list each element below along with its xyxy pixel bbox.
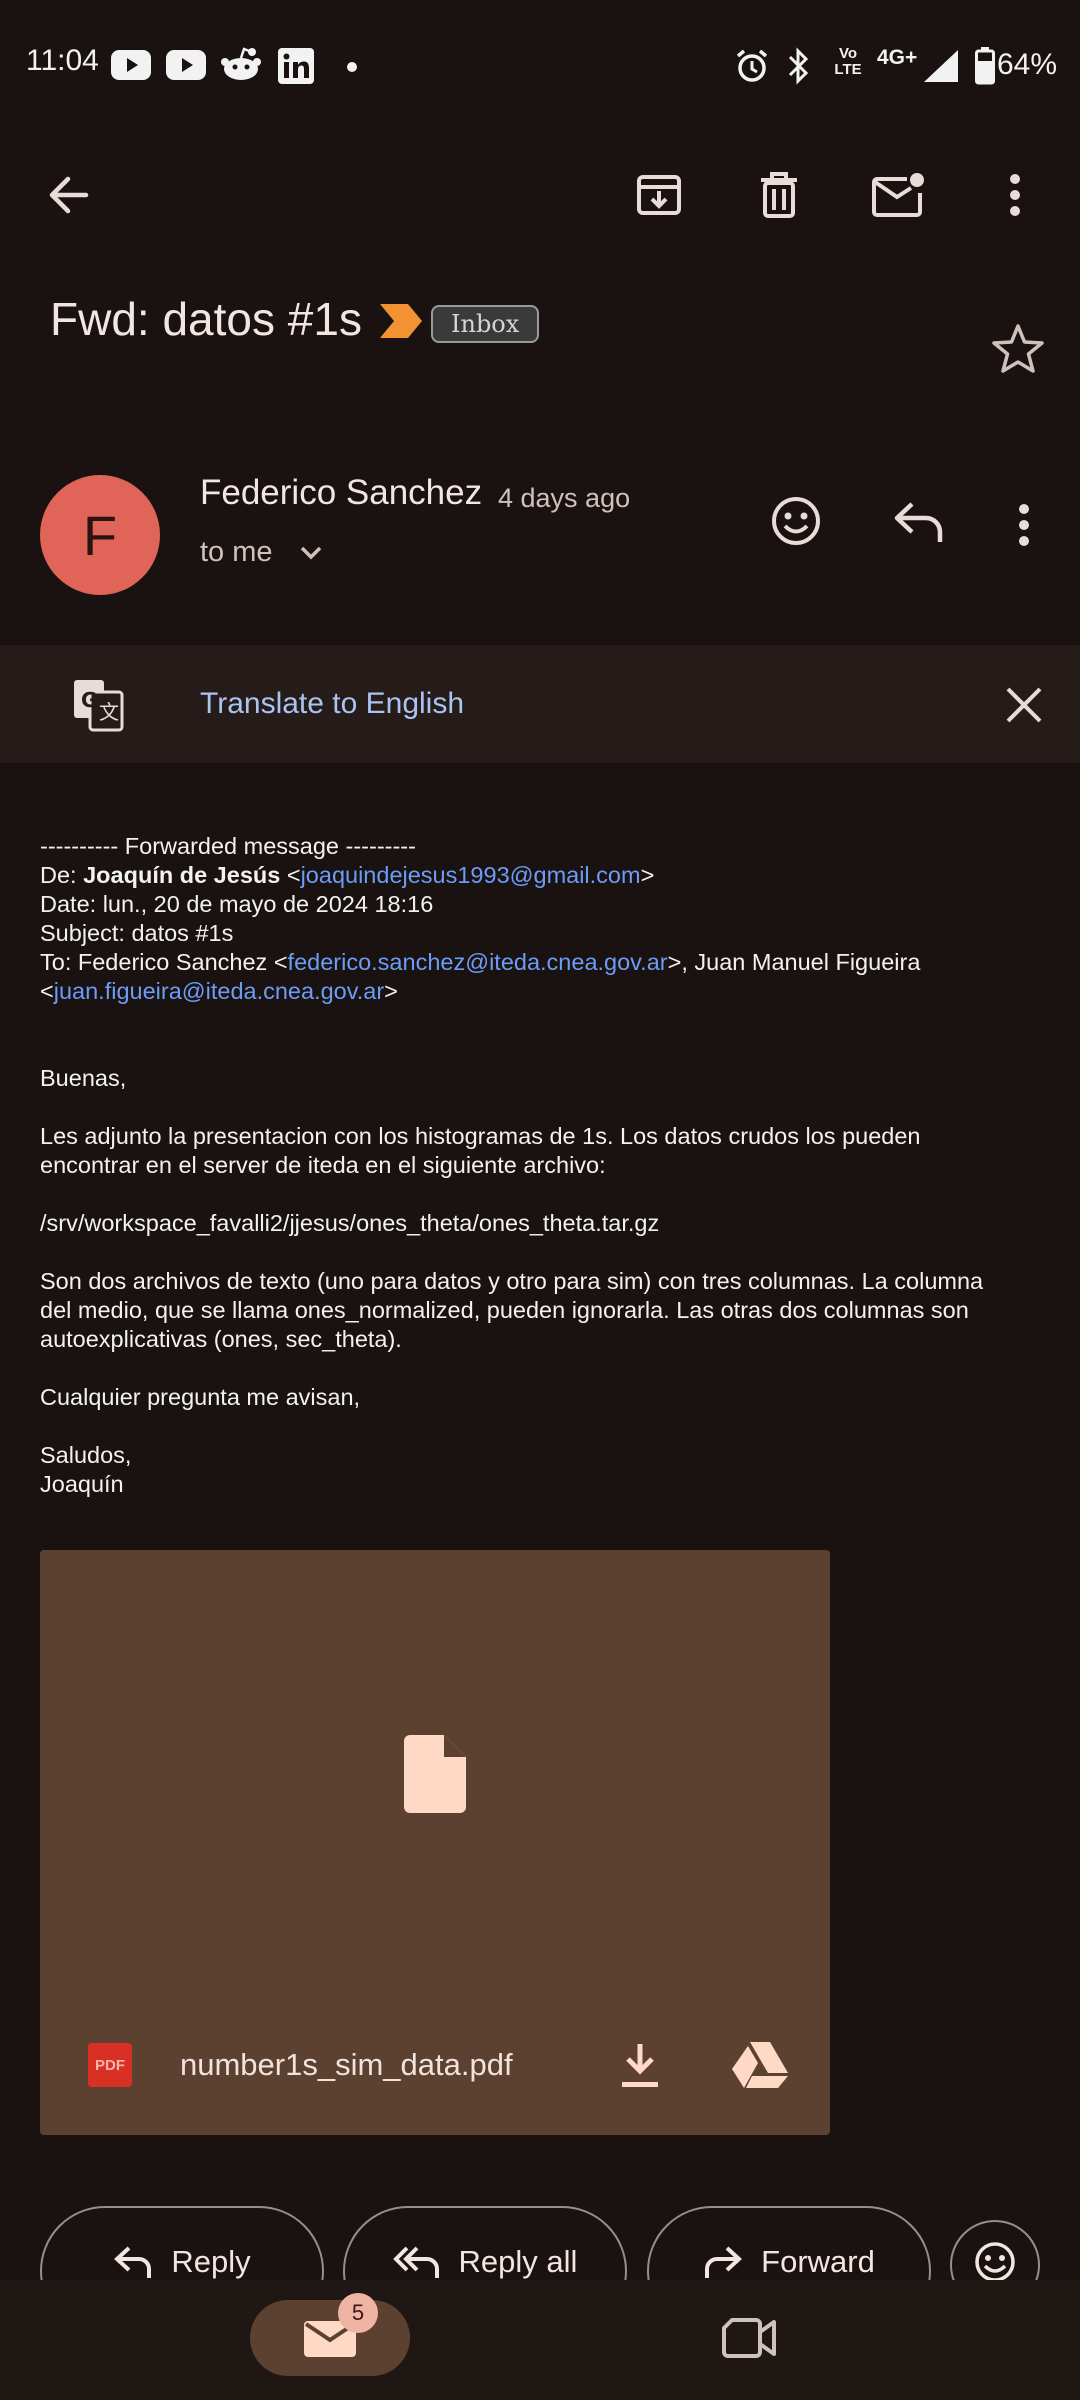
back-arrow-icon — [49, 176, 89, 214]
signoff: Saludos, — [40, 1442, 132, 1468]
unread-count-badge: 5 — [338, 2293, 378, 2333]
reply-all-label: Reply all — [458, 2244, 578, 2279]
sender-avatar[interactable]: F — [40, 475, 160, 595]
download-icon — [622, 2044, 658, 2087]
forward-icon — [705, 2246, 743, 2278]
mark-unread-icon — [872, 173, 924, 217]
more-vert-icon — [1019, 504, 1029, 546]
to-email-link[interactable]: federico.sanchez@iteda.cnea.gov.ar — [288, 949, 668, 975]
file-preview-icon — [404, 1735, 466, 1813]
status-bar: 11:04 Vo LTE 4G+ 64% — [0, 0, 1080, 130]
email-time: 4 days ago — [498, 483, 631, 513]
star-button[interactable] — [990, 322, 1046, 376]
smiley-icon — [975, 2242, 1015, 2282]
drive-icon — [732, 2042, 788, 2088]
svg-text:文: 文 — [99, 700, 119, 724]
message-more-button[interactable] — [1018, 504, 1030, 546]
important-marker-icon[interactable] — [378, 302, 424, 340]
video-camera-icon — [722, 2318, 776, 2358]
forward-label: Forward — [761, 2244, 875, 2279]
volte-icon: Vo LTE — [834, 45, 862, 78]
email-subject: Fwd: datos #1s — [50, 293, 362, 345]
body-paragraph-1: Les adjunto la presentacion con los hist… — [40, 1123, 921, 1149]
reply-icon — [894, 502, 943, 542]
date-line: Date: lun., 20 de mayo de 2024 18:16 — [40, 891, 434, 917]
file-path: /srv/workspace_favalli2/jjesus/ones_thet… — [40, 1210, 660, 1236]
dot-icon — [347, 62, 357, 72]
body-paragraph-2-cont: del medio, que se llama ones_normalized,… — [40, 1297, 969, 1323]
sender-name: Federico Sanchez — [200, 473, 483, 512]
delete-icon — [761, 172, 797, 218]
reply-all-icon — [392, 2246, 439, 2278]
email-body: ---------- Forwarded message --------- D… — [40, 832, 1050, 1499]
reply-label: Reply — [171, 2244, 251, 2279]
greeting: Buenas, — [40, 1065, 127, 1091]
body-paragraph-1-cont: encontrar en el server de iteda en el si… — [40, 1152, 606, 1178]
svg-text:G: G — [81, 688, 97, 712]
signature-name: Joaquín — [40, 1471, 124, 1497]
delete-button[interactable] — [744, 160, 814, 230]
status-time: 11:04 — [26, 44, 99, 77]
youtube-icon — [166, 50, 206, 80]
to-line-cont: <juan.figueira@iteda.cnea.gov.ar> — [40, 978, 398, 1004]
translate-bar — [0, 645, 1080, 763]
pdf-icon: PDF — [88, 2043, 132, 2087]
reddit-icon — [221, 46, 261, 82]
body-paragraph-2-end: autoexplicativas (ones, sec_theta). — [40, 1326, 402, 1352]
network-type: 4G+ — [877, 46, 918, 69]
reply-icon — [114, 2246, 152, 2278]
subject-line: Subject: datos #1s — [40, 920, 234, 946]
recipient-summary[interactable]: to me — [200, 536, 323, 569]
archive-icon — [637, 175, 681, 215]
pdf-badge-text: PDF — [95, 2056, 125, 2074]
to-line: To: Federico Sanchez <federico.sanchez@i… — [40, 949, 921, 975]
bluetooth-icon — [786, 47, 812, 85]
translate-icon: G文 — [72, 678, 126, 732]
forward-header: ---------- Forwarded message --------- — [40, 833, 416, 859]
alarm-icon — [734, 48, 770, 84]
from-email-link[interactable]: joaquindejesus1993@gmail.com — [301, 862, 641, 888]
inbox-label-chip[interactable]: Inbox — [431, 305, 540, 343]
reply-button[interactable] — [892, 500, 944, 544]
cc-email-link[interactable]: juan.figueira@iteda.cnea.gov.ar — [54, 978, 384, 1004]
dismiss-translate-button[interactable] — [1004, 685, 1044, 725]
from-name: Joaquín de Jesús — [83, 862, 281, 888]
smiley-icon — [772, 497, 820, 545]
battery-icon — [975, 47, 995, 85]
translate-link[interactable]: Translate to English — [200, 687, 464, 721]
mark-unread-button[interactable] — [864, 160, 934, 230]
body-paragraph-3: Cualquier pregunta me avisan, — [40, 1384, 361, 1410]
linkedin-icon — [278, 48, 314, 84]
nav-meet-tab[interactable] — [722, 2316, 778, 2360]
bottom-navigation — [0, 2280, 1080, 2400]
recipient-label: to me — [200, 536, 273, 568]
star-icon — [992, 324, 1044, 373]
emoji-react-button[interactable] — [770, 495, 822, 547]
battery-percent: 64% — [997, 48, 1058, 81]
save-to-drive-button[interactable] — [732, 2040, 788, 2090]
more-options-button[interactable] — [980, 160, 1050, 230]
download-button[interactable] — [618, 2042, 662, 2090]
close-icon — [1006, 687, 1042, 723]
archive-button[interactable] — [624, 160, 694, 230]
attachment-filename: number1s_sim_data.pdf — [180, 2047, 513, 2082]
youtube-icon — [111, 50, 151, 80]
chevron-down-icon — [300, 547, 321, 560]
more-vert-icon — [1010, 174, 1020, 216]
back-button[interactable] — [33, 160, 103, 230]
from-line: De: Joaquín de Jesús <joaquindejesus1993… — [40, 862, 655, 888]
signal-icon — [922, 48, 960, 84]
body-paragraph-2: Son dos archivos de texto (uno para dato… — [40, 1268, 984, 1294]
